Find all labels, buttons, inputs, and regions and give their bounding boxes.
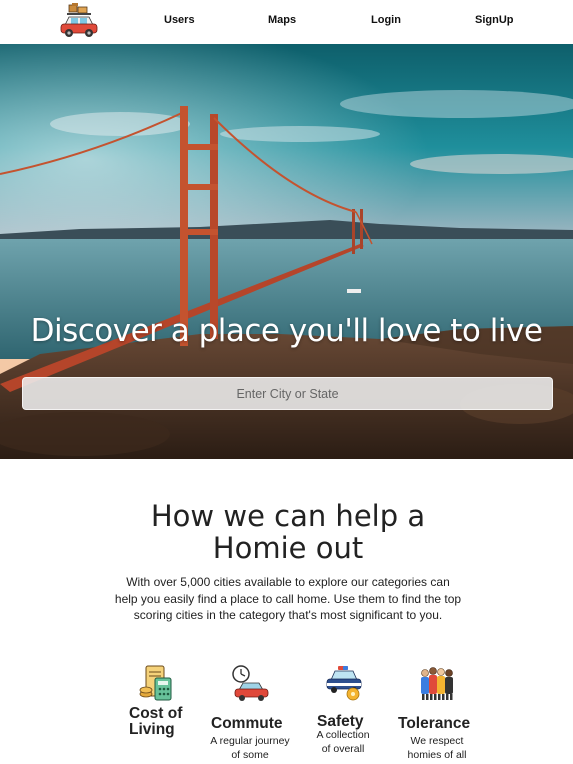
section-title: How we can help a Homie out	[150, 499, 426, 565]
people-icon	[417, 664, 457, 702]
hero-section: Discover a place you'll love to live	[0, 44, 573, 459]
nav-maps-link[interactable]: Maps	[268, 14, 296, 26]
calculator-icon	[138, 664, 178, 702]
category-description: We respect homies of all	[407, 735, 467, 761]
category-title: Cost of Living	[129, 705, 183, 738]
city-search-input[interactable]	[22, 377, 553, 410]
category-title: Commute	[211, 715, 283, 732]
nav-users-link[interactable]: Users	[164, 14, 195, 26]
section-description: With over 5,000 cities available to expl…	[114, 575, 462, 622]
category-description: A collection of overall	[316, 729, 370, 755]
nav-signup-link[interactable]: SignUp	[475, 14, 514, 26]
logo-car-icon[interactable]	[59, 3, 99, 39]
category-title: Tolerance	[398, 715, 471, 732]
car-clock-icon	[231, 664, 271, 702]
nav-login-link[interactable]: Login	[371, 14, 401, 26]
category-description: A regular journey of some	[210, 735, 290, 761]
hero-title: Discover a place you'll love to live	[30, 313, 543, 349]
police-car-icon	[324, 664, 364, 702]
top-nav: Users Maps Login SignUp	[0, 0, 573, 44]
